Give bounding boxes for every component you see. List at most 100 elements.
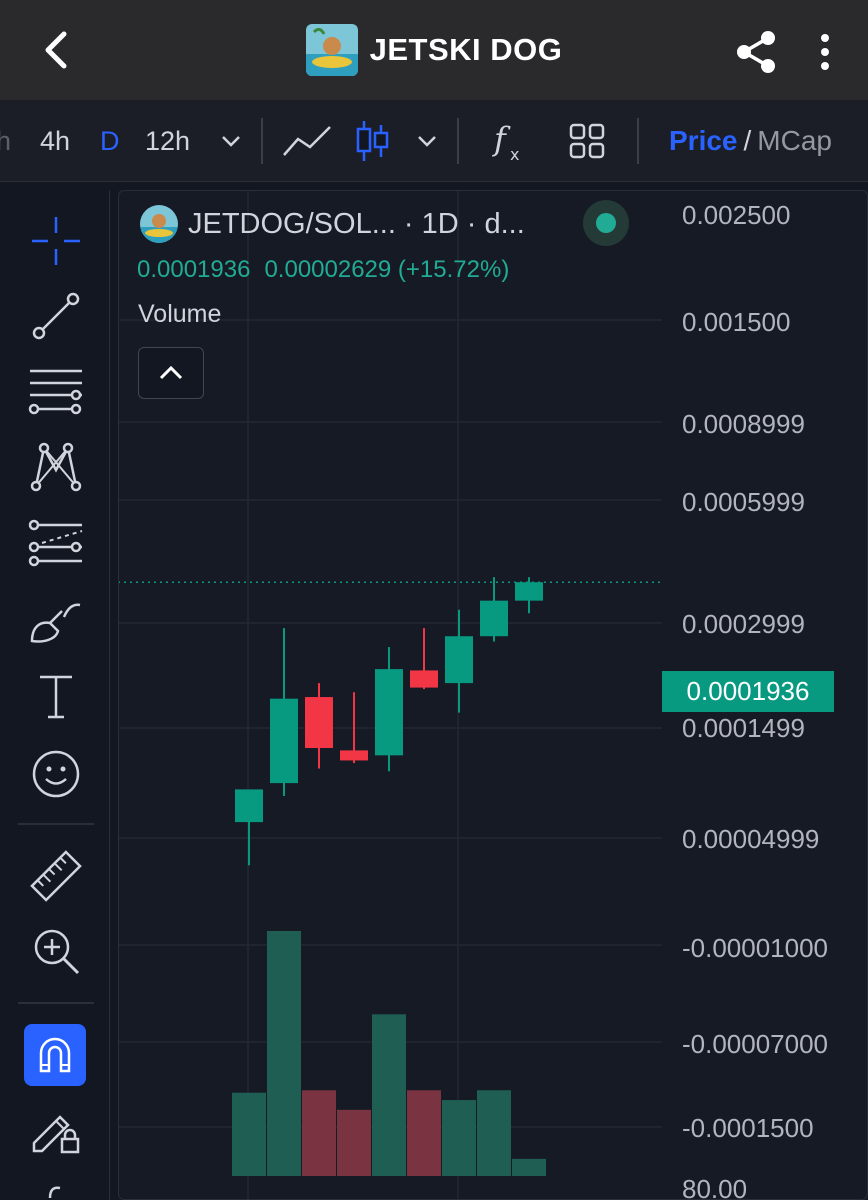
candle-body xyxy=(305,697,333,749)
volume-bar xyxy=(267,931,301,1176)
volume-axis-label: 80.00 xyxy=(682,1174,748,1200)
volume-bar xyxy=(302,1090,336,1176)
chevron-down-icon xyxy=(418,136,436,147)
function-icon: f x xyxy=(492,120,519,164)
ruler-icon xyxy=(30,850,82,902)
brush-tool[interactable] xyxy=(18,590,94,652)
pattern-icon xyxy=(30,442,82,492)
smiley-icon xyxy=(32,750,80,798)
brush-icon xyxy=(30,603,81,643)
trend-line-tool[interactable] xyxy=(18,285,94,347)
volume-bar xyxy=(442,1100,476,1176)
crosshair-tool[interactable] xyxy=(18,210,94,272)
volume-bar xyxy=(512,1158,546,1176)
price-axis-label: 0.0001499 xyxy=(682,713,805,743)
magnet-icon xyxy=(39,1037,71,1073)
magnet-tool[interactable] xyxy=(24,1024,86,1086)
chart-type-dropdown[interactable] xyxy=(416,100,438,182)
price-mcap-switch: Price / MCap xyxy=(669,100,832,182)
share-icon xyxy=(737,31,775,73)
price-axis-label: 0.001500 xyxy=(682,307,791,337)
crosshair-icon xyxy=(32,217,80,265)
ruler-tool[interactable] xyxy=(18,845,94,907)
interval-12h[interactable]: 12h xyxy=(145,100,190,182)
interval-dropdown[interactable] xyxy=(220,100,242,182)
price-axis-label: 0.0002999 xyxy=(682,609,805,639)
collapse-legend-button[interactable] xyxy=(138,347,204,399)
price-axis-label: 0.002500 xyxy=(682,200,791,230)
toolbar-divider xyxy=(457,118,459,164)
toolbar-divider xyxy=(261,118,263,164)
grid-layout-icon xyxy=(569,123,605,159)
mcap-toggle[interactable]: MCap xyxy=(757,125,832,157)
chevron-down-icon xyxy=(222,136,240,147)
layout-button[interactable] xyxy=(569,100,605,182)
status-dot-icon xyxy=(596,213,616,233)
emoji-tool[interactable] xyxy=(18,743,94,805)
app-header: JETSKI DOG xyxy=(0,0,868,100)
svg-text:f: f xyxy=(492,120,511,158)
more-options-button[interactable] xyxy=(808,28,842,76)
price-axis-label: 0.0005999 xyxy=(682,487,805,517)
candle-body xyxy=(445,636,473,684)
zoom-in-icon xyxy=(34,929,80,975)
candle-body xyxy=(515,582,543,601)
toggle-separator: / xyxy=(743,125,752,156)
toolbar-divider xyxy=(637,118,639,164)
candle-body xyxy=(270,698,298,784)
interval-1d[interactable]: D xyxy=(100,100,120,182)
more-tools[interactable] xyxy=(18,1168,94,1198)
candle-body xyxy=(410,670,438,688)
candle-body xyxy=(340,750,368,761)
svg-text:x: x xyxy=(510,145,519,164)
share-button[interactable] xyxy=(732,28,780,76)
tools-divider xyxy=(18,1002,94,1004)
tools-divider xyxy=(18,823,94,825)
horizontal-lines-icon xyxy=(28,369,82,415)
volume-bar xyxy=(232,1092,266,1176)
close-price: 0.0001936 xyxy=(137,256,251,283)
candlestick-icon xyxy=(356,121,389,161)
partial-tool-icon xyxy=(48,1186,61,1198)
price-change-readout: 0.0001936 0.00002629 (+15.72%) xyxy=(137,256,509,284)
indicators-button[interactable]: f x xyxy=(490,100,526,182)
volume-bar xyxy=(337,1109,371,1176)
projection-tool[interactable] xyxy=(18,512,94,574)
price-change: 0.00002629 (+15.72%) xyxy=(264,256,510,283)
lock-drawings-tool[interactable] xyxy=(18,1098,94,1160)
market-status-indicator[interactable] xyxy=(583,200,629,246)
token-logo-icon xyxy=(305,24,358,76)
trend-line-icon xyxy=(32,292,80,340)
price-axis-label: -0.00001000 xyxy=(682,933,829,963)
more-vertical-icon xyxy=(821,34,829,70)
price-axis-label: 0.0008999 xyxy=(682,409,805,439)
projection-icon xyxy=(28,519,83,567)
zoom-in-tool[interactable] xyxy=(18,920,94,982)
candles-chart-button[interactable] xyxy=(355,100,389,182)
symbol-legend[interactable]: JETDOG/SOL... · 1D · d... xyxy=(140,205,525,243)
chevron-up-icon xyxy=(159,365,183,380)
chart-toolbar: h 4h D 12h f x Price / MCap xyxy=(0,100,868,182)
text-icon xyxy=(40,675,72,719)
interval-1h[interactable]: h xyxy=(0,100,11,182)
candle-body xyxy=(480,600,508,637)
volume-bar xyxy=(372,1014,406,1176)
line-chart-icon xyxy=(283,126,331,156)
pattern-tool[interactable] xyxy=(18,435,94,497)
interval-4h[interactable]: 4h xyxy=(40,100,70,182)
horizontal-lines-tool[interactable] xyxy=(18,360,94,422)
candle-body xyxy=(235,789,263,823)
last-price-tag: 0.0001936 xyxy=(662,671,834,712)
line-chart-button[interactable] xyxy=(282,100,332,182)
text-tool[interactable] xyxy=(18,666,94,728)
price-axis-label: -0.0001500 xyxy=(682,1113,814,1143)
token-logo-icon xyxy=(140,205,178,243)
candle-body xyxy=(375,669,403,756)
price-axis-label: -0.00007000 xyxy=(682,1029,829,1059)
price-toggle[interactable]: Price xyxy=(669,125,738,157)
volume-bar xyxy=(477,1090,511,1176)
volume-legend[interactable]: Volume xyxy=(138,300,221,329)
price-axis-label: 0.00004999 xyxy=(682,824,820,854)
volume-bar xyxy=(407,1090,441,1176)
drawing-tools-sidebar xyxy=(0,190,110,1200)
